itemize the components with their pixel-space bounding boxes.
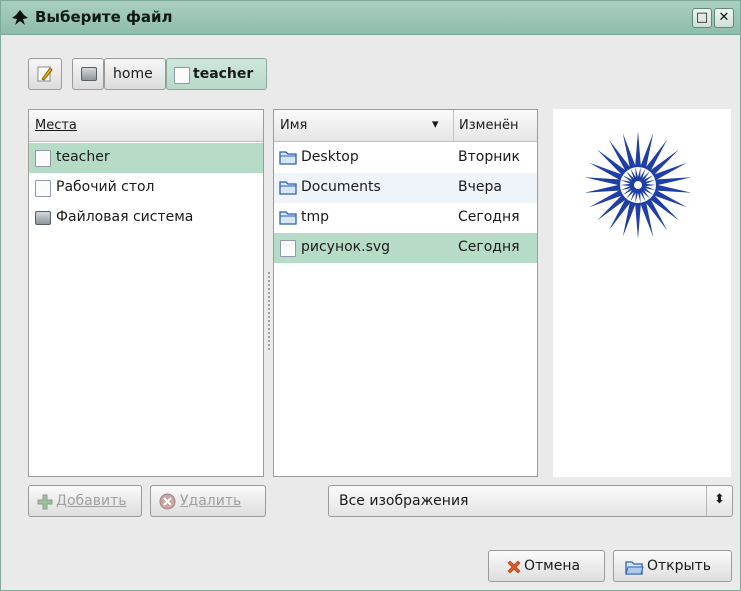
- places-panel[interactable]: Места teacher Рабочий стол Файловая сист…: [28, 109, 264, 477]
- places-item-filesystem[interactable]: Файловая система: [29, 203, 263, 233]
- path-segment-teacher[interactable]: teacher: [166, 58, 267, 90]
- places-item-label: Рабочий стол: [56, 179, 155, 195]
- open-label: Открыть: [647, 558, 711, 574]
- remove-icon: [159, 493, 176, 510]
- folder-icon: [279, 151, 297, 165]
- file-row[interactable]: tmp Сегодня: [274, 203, 537, 233]
- file-type-filter-select[interactable]: Все изображения ⬍: [328, 485, 733, 517]
- close-button[interactable]: ✕: [714, 8, 734, 28]
- file-row[interactable]: Desktop Вторник: [274, 143, 537, 173]
- open-folder-icon: [625, 561, 644, 575]
- name-column-label: Имя: [280, 118, 308, 133]
- pane-splitter-handle[interactable]: [267, 271, 271, 351]
- file-icon: [280, 240, 296, 257]
- add-bookmark-button[interactable]: Добавить: [28, 485, 142, 517]
- maximize-button[interactable]: □: [692, 8, 712, 28]
- title-bar[interactable]: Выберите файл □ ✕: [1, 1, 740, 35]
- file-name: рисунок.svg: [301, 239, 391, 255]
- places-item-label: teacher: [56, 149, 110, 165]
- window-title: Выберите файл: [35, 8, 173, 26]
- file-modified: Вторник: [458, 149, 520, 165]
- home-folder-icon: [35, 150, 51, 167]
- file-name: Desktop: [301, 149, 359, 165]
- modified-column-label: Изменён: [459, 118, 519, 133]
- file-row[interactable]: Documents Вчера: [274, 173, 537, 203]
- chevron-updown-icon: ⬍: [706, 486, 732, 516]
- cancel-button[interactable]: Отмена: [488, 550, 605, 582]
- cancel-label: Отмена: [524, 558, 581, 574]
- path-segment-home[interactable]: home: [104, 58, 166, 90]
- home-folder-icon: [174, 67, 190, 84]
- places-item-teacher[interactable]: teacher: [29, 143, 263, 173]
- open-button[interactable]: Открыть: [613, 550, 732, 582]
- app-icon: [12, 10, 28, 25]
- file-modified: Сегодня: [458, 209, 520, 225]
- remove-bookmark-button[interactable]: Удалить: [150, 485, 266, 517]
- modified-column-header[interactable]: Изменён: [453, 110, 537, 142]
- places-item-label: Файловая система: [56, 209, 194, 225]
- file-modified: Сегодня: [458, 239, 520, 255]
- folder-icon: [279, 211, 297, 225]
- file-modified: Вчера: [458, 179, 502, 195]
- drive-icon: [35, 211, 51, 225]
- places-header-label: Места: [35, 118, 77, 133]
- files-panel[interactable]: Имя ▾ Изменён Desktop Вторник Documents …: [273, 109, 538, 477]
- preview-pane: [553, 109, 731, 477]
- edit-location-button[interactable]: [28, 58, 62, 90]
- folder-icon: [279, 181, 297, 195]
- file-type-filter-value: Все изображения: [339, 493, 469, 509]
- sort-descending-icon: ▾: [432, 117, 439, 132]
- path-scroll-left-button[interactable]: [72, 58, 104, 90]
- file-name: tmp: [301, 209, 330, 225]
- add-bookmark-label: Добавить: [56, 493, 127, 509]
- places-header[interactable]: Места: [29, 110, 263, 142]
- desktop-icon: [35, 180, 51, 197]
- file-row-selected[interactable]: рисунок.svg Сегодня: [274, 233, 537, 263]
- drive-icon: [81, 67, 97, 81]
- places-item-desktop[interactable]: Рабочий стол: [29, 173, 263, 203]
- star-preview-image: [584, 131, 692, 239]
- remove-bookmark-label: Удалить: [180, 493, 242, 509]
- plus-icon: [37, 494, 53, 510]
- file-name: Documents: [301, 179, 381, 195]
- path-segment-label: home: [113, 66, 153, 82]
- name-column-header[interactable]: Имя ▾: [274, 110, 453, 142]
- pencil-icon: [37, 66, 53, 82]
- file-chooser-dialog: Выберите файл □ ✕ home teacher Места tea: [0, 0, 741, 591]
- path-segment-label: teacher: [193, 66, 254, 82]
- cancel-icon: [507, 560, 521, 574]
